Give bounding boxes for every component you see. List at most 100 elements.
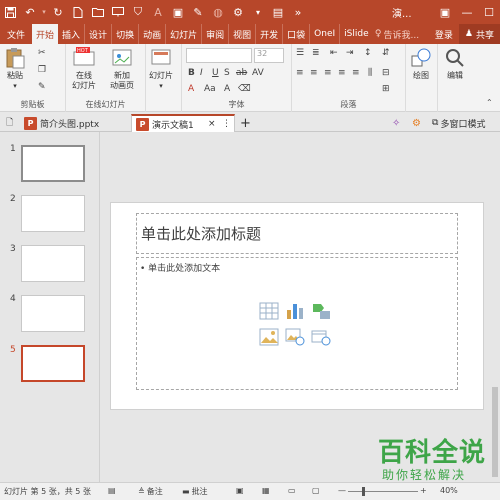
save-icon[interactable] [0,0,20,24]
close-tab-icon[interactable]: × [208,119,216,129]
spelling-icon[interactable]: ▤ [108,486,116,495]
brush-icon[interactable]: ✎ [188,0,208,24]
font-size-input[interactable]: 32 [254,48,284,63]
screen-icon[interactable]: ▤ [268,0,288,24]
insert-picture-icon[interactable] [259,328,279,346]
tell-me-box[interactable]: ♀ 告诉我... [371,28,429,41]
slide-thumbnail-3[interactable] [21,245,85,282]
zoom-out-icon[interactable]: — [338,486,346,495]
magic-icon[interactable]: ✧ [392,114,400,132]
line-spacing-icon[interactable]: ↕ [364,48,372,58]
new-document-icon[interactable] [68,0,88,24]
decrease-indent-icon[interactable]: ⇤ [330,48,338,58]
format-painter-brush-icon[interactable]: ✎ [38,82,46,92]
picture-icon[interactable]: ▣ [168,0,188,24]
undo-dropdown-icon[interactable]: ▾ [40,0,48,24]
align-text-icon[interactable]: ⊟ [382,68,390,78]
drawing-button[interactable]: 绘图 [410,47,432,81]
zoom-thumb[interactable] [362,487,365,496]
online-slides-button[interactable]: HOT 在线 幻灯片 [72,47,96,91]
redo-icon[interactable]: ↻ [48,0,68,24]
italic-button[interactable]: I [200,68,203,78]
new-tab-icon[interactable]: + [240,114,251,132]
tab-islide[interactable]: iSlide [339,24,372,44]
shadow-button[interactable]: S [224,68,230,78]
slide-thumbnail-5[interactable] [21,345,85,382]
title-placeholder[interactable]: 单击此处添加标题 [136,213,458,254]
tab-pocket[interactable]: 口袋 [282,24,309,44]
more-icon[interactable]: » [288,0,308,24]
font-a-icon[interactable]: A [148,0,168,24]
distribute-icon[interactable]: ≡ [352,68,360,78]
share-button[interactable]: ♟ 共享 [458,24,500,44]
zoom-slider[interactable] [348,486,418,496]
font-color-icon[interactable]: A [188,84,194,94]
insert-video-icon[interactable] [311,328,331,346]
settings-icon[interactable]: ⚙ [228,0,248,24]
smartart-icon[interactable]: ⊞ [382,84,390,94]
login-link[interactable]: 登录 [429,28,459,41]
slide-sorter-icon[interactable]: ▦ [262,486,270,495]
tab-slideshow[interactable]: 幻灯片 [165,24,201,44]
present-mode-icon[interactable] [108,0,128,24]
align-center-icon[interactable]: ≡ [310,68,318,78]
underline-button[interactable]: U [212,68,219,78]
tab-design[interactable]: 设计 [84,24,111,44]
slide-thumbnail-4[interactable] [21,295,85,332]
gear-icon[interactable]: ⚙ [412,114,421,132]
strikethrough-button[interactable]: ab [236,68,247,78]
body-placeholder[interactable]: • 单击此处添加文本 [136,257,458,390]
customize-icon[interactable]: ▾ [248,0,268,24]
undo-icon[interactable]: ↶ [20,0,40,24]
tab-developer[interactable]: 开发 [255,24,282,44]
align-right-icon[interactable]: ≡ [324,68,332,78]
paste-button[interactable]: 粘贴 ▾ [4,47,26,91]
justify-icon[interactable]: ≡ [338,68,346,78]
insert-online-picture-icon[interactable] [285,328,305,346]
open-folder-icon[interactable] [88,0,108,24]
spacing-button[interactable]: AV [252,68,264,78]
increase-indent-icon[interactable]: ⇥ [346,48,354,58]
tab-view[interactable]: 视图 [228,24,255,44]
change-case-icon[interactable]: Aa [204,84,216,94]
doc-list-icon[interactable]: 🗋 [6,114,20,132]
format-painter-icon[interactable]: ⛉ [128,0,148,24]
cut-icon[interactable]: ✂ [38,48,46,58]
editing-button[interactable]: 编辑 [444,47,466,81]
font-name-input[interactable] [186,48,252,63]
collapse-ribbon-icon[interactable]: ⌃ [486,98,493,107]
new-anim-page-button[interactable]: 新加 动画页 [110,47,134,91]
clear-format-icon[interactable]: ⌫ [238,84,251,94]
bold-button[interactable]: B [188,68,195,78]
insert-table-icon[interactable] [259,302,279,320]
zoom-level[interactable]: 40% [440,486,458,495]
align-left-icon[interactable]: ≡ [296,68,304,78]
columns-icon[interactable]: ⫼ [368,68,372,78]
slideshow-icon[interactable]: ▢ [312,486,320,495]
maximize-icon[interactable]: ☐ [478,0,500,24]
ribbon-options-icon[interactable]: ▣ [434,0,456,24]
tab-menu-icon[interactable]: ⋮ [222,119,231,129]
slide-thumbnail-2[interactable] [21,195,85,232]
slide-thumbnail-1[interactable] [21,145,85,182]
multi-window-button[interactable]: ⧉ 多窗口模式 [432,114,485,132]
zoom-in-icon[interactable]: + [420,486,427,495]
tab-animations[interactable]: 动画 [138,24,165,44]
tab-insert[interactable]: 插入 [58,24,84,44]
insert-smartart-icon[interactable] [311,302,331,320]
tab-transitions[interactable]: 切换 [111,24,138,44]
reading-view-icon[interactable]: ▭ [288,486,296,495]
insert-chart-icon[interactable] [285,302,305,320]
normal-view-icon[interactable]: ▣ [236,486,244,495]
doc-tab-2[interactable]: P 演示文稿1 × ⋮ [131,114,235,132]
minimize-icon[interactable]: — [456,0,478,24]
bullets-icon[interactable]: ☰ [296,48,304,58]
grow-font-icon[interactable]: A [224,84,230,94]
text-direction-icon[interactable]: ⇵ [382,48,390,58]
vertical-scrollbar[interactable] [490,132,500,482]
tab-file[interactable]: 文件 [0,24,32,44]
comments-button[interactable]: ▬ 批注 [182,486,208,497]
tab-home[interactable]: 开始 [32,24,59,44]
tab-onei[interactable]: OneI [309,24,339,44]
numbering-icon[interactable]: ≣ [312,48,320,58]
